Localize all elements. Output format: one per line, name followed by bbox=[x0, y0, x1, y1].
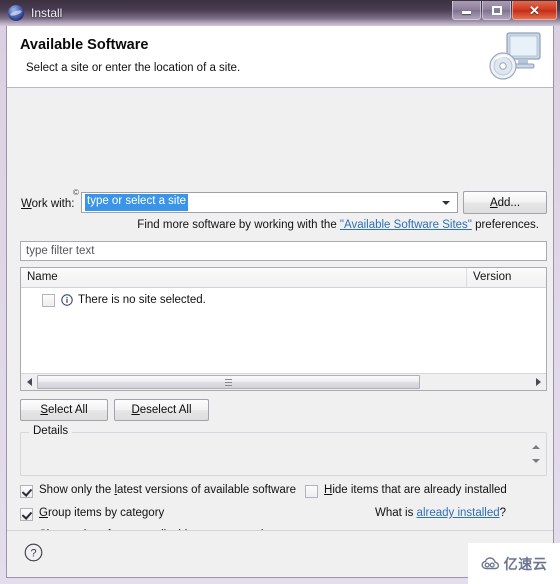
dialog-body: Work with: © type or select a site Add..… bbox=[7, 88, 553, 577]
deselect-all-button[interactable]: Deselect All bbox=[114, 399, 209, 421]
page-subtitle: Select a site or enter the location of a… bbox=[26, 62, 241, 74]
column-divider bbox=[466, 268, 467, 287]
table-row[interactable]: There is no site selected. bbox=[21, 291, 206, 309]
window-controls: ✕ bbox=[451, 1, 557, 20]
already-installed-link[interactable]: already installed bbox=[417, 507, 500, 519]
info-icon bbox=[61, 294, 73, 306]
option-label: Hide items that are already installed bbox=[324, 484, 507, 496]
option-label: Show only the latest versions of availab… bbox=[39, 484, 296, 496]
dialog-client-area: Available Software Select a site or ente… bbox=[6, 26, 554, 578]
table-body: There is no site selected. bbox=[21, 288, 546, 374]
arrow-left-icon[interactable] bbox=[21, 374, 37, 390]
what-is-already-installed: What is already installed? bbox=[375, 507, 506, 519]
column-header-version[interactable]: Version bbox=[473, 271, 511, 283]
hint-after: preferences. bbox=[471, 219, 539, 231]
option-checkbox[interactable] bbox=[20, 485, 33, 498]
window-titlebar[interactable]: Install ✕ bbox=[0, 0, 560, 26]
select-all-button[interactable]: Select All bbox=[20, 399, 108, 421]
work-with-superscript: © bbox=[73, 188, 79, 197]
option-group-by-category[interactable]: Group items by category bbox=[20, 507, 164, 521]
scroll-grip-icon bbox=[225, 378, 232, 386]
watermark-text: 亿速云 bbox=[503, 555, 548, 572]
option-show-latest-versions[interactable]: Show only the latest versions of availab… bbox=[20, 484, 296, 498]
svg-text:?: ? bbox=[30, 548, 36, 560]
whatis-before: What is bbox=[375, 507, 417, 519]
add-site-button[interactable]: Add... bbox=[463, 191, 547, 214]
minimize-icon bbox=[462, 11, 471, 14]
chevron-down-icon[interactable] bbox=[437, 193, 454, 212]
table-horizontal-scrollbar[interactable] bbox=[21, 373, 546, 390]
work-with-label: Work with: bbox=[21, 198, 75, 210]
work-with-combobox[interactable]: type or select a site bbox=[81, 192, 458, 213]
filter-input[interactable]: type filter text bbox=[20, 241, 547, 261]
filter-placeholder: type filter text bbox=[26, 245, 95, 257]
monitor-disc-icon bbox=[489, 32, 541, 80]
option-checkbox[interactable] bbox=[20, 508, 33, 521]
option-label: Group items by category bbox=[39, 507, 165, 519]
option-hide-already-installed[interactable]: Hide items that are already installed bbox=[305, 484, 507, 498]
software-table: Name Version There is no site selected. bbox=[20, 267, 547, 391]
scrollbar-track[interactable] bbox=[37, 374, 530, 390]
eclipse-sphere-icon bbox=[8, 5, 24, 21]
page-title: Available Software bbox=[20, 37, 149, 53]
arrow-right-icon[interactable] bbox=[530, 374, 546, 390]
spinner-up-down-icon[interactable] bbox=[531, 445, 540, 463]
row-checkbox[interactable] bbox=[42, 293, 55, 307]
details-label: Details bbox=[29, 425, 73, 437]
available-software-sites-link[interactable]: "Available Software Sites" bbox=[340, 219, 472, 231]
minimize-button[interactable] bbox=[452, 1, 481, 20]
window-title: Install bbox=[31, 6, 63, 20]
row-name: There is no site selected. bbox=[78, 294, 206, 306]
column-header-name[interactable]: Name bbox=[27, 271, 58, 283]
install-dialog-window: Install ✕ Available Software Select a si… bbox=[0, 0, 560, 584]
help-question-icon[interactable]: ? bbox=[24, 543, 43, 562]
work-with-value: type or select a site bbox=[85, 194, 189, 211]
whatis-after: ? bbox=[499, 507, 507, 519]
details-group: Details bbox=[20, 425, 547, 476]
table-header: Name Version bbox=[21, 268, 546, 288]
watermark-overlay: 亿速云 bbox=[468, 543, 560, 584]
close-icon: ✕ bbox=[529, 2, 540, 18]
scrollbar-thumb[interactable] bbox=[37, 375, 420, 389]
hint-before: Find more software by working with the bbox=[137, 219, 340, 231]
option-checkbox[interactable] bbox=[305, 485, 318, 498]
maximize-button[interactable] bbox=[482, 1, 511, 20]
maximize-icon bbox=[491, 5, 502, 15]
close-button[interactable]: ✕ bbox=[512, 1, 557, 20]
cloud-logo-icon bbox=[481, 556, 499, 569]
available-sites-hint: Find more software by working with the "… bbox=[7, 219, 547, 231]
dialog-banner: Available Software Select a site or ente… bbox=[7, 26, 553, 88]
